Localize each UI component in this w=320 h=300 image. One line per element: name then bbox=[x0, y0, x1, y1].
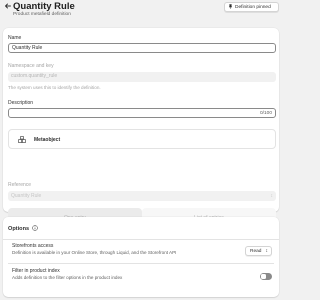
reference-value: Quantity Rule bbox=[11, 193, 42, 199]
definition-pinned-button[interactable]: Definition pinned bbox=[224, 2, 279, 12]
namespace-label: Namespace and key bbox=[8, 63, 54, 69]
description-label: Description bbox=[8, 100, 34, 106]
namespace-field: custom.quantity_rule bbox=[8, 72, 276, 82]
filter-toggle[interactable] bbox=[260, 273, 272, 280]
storefront-access-description: Definition is available in your Online S… bbox=[12, 250, 177, 255]
pin-icon bbox=[228, 3, 233, 11]
options-header: Options bbox=[8, 225, 38, 233]
page-title: Quantity Rule bbox=[13, 1, 75, 12]
definition-card: Name Quantity Rule Namespace and key cus… bbox=[3, 28, 279, 229]
pin-button-label: Definition pinned bbox=[235, 4, 271, 10]
storefront-access-select[interactable]: Read ↕ bbox=[245, 246, 272, 256]
description-field[interactable]: 0/100 bbox=[8, 108, 276, 118]
namespace-help: The system uses this to identify the def… bbox=[8, 85, 101, 90]
options-card: Options Storefronts access Definition is… bbox=[3, 217, 279, 297]
metaobject-label: Metaobject bbox=[34, 137, 61, 143]
row-divider bbox=[8, 263, 274, 264]
storefront-access-value: Read bbox=[250, 249, 262, 254]
select-chevron-icon: ↕ bbox=[265, 248, 269, 254]
options-title: Options bbox=[8, 226, 30, 232]
name-field[interactable]: Quantity Rule bbox=[8, 43, 276, 53]
arrow-left-icon[interactable] bbox=[4, 2, 12, 10]
metaobject-type-button[interactable]: Metaobject bbox=[8, 129, 276, 149]
options-divider bbox=[3, 239, 279, 240]
filter-description: Adds definition to the filter options in… bbox=[12, 275, 123, 280]
page-subtitle: Product metafield definition bbox=[13, 12, 71, 17]
name-label: Name bbox=[8, 35, 22, 41]
toggle-knob bbox=[261, 274, 266, 279]
storefront-access-title: Storefronts access bbox=[12, 243, 54, 249]
reference-select: Quantity Rule ↕ bbox=[8, 191, 276, 201]
reference-label: Reference bbox=[8, 182, 32, 188]
page-header: Quantity Rule Product metafield definiti… bbox=[0, 0, 282, 22]
character-counter: 0/100 bbox=[259, 111, 272, 116]
select-chevron-icon: ↕ bbox=[270, 193, 274, 199]
metaobject-icon bbox=[18, 136, 26, 144]
filter-title: Filter in product index bbox=[12, 268, 60, 274]
info-icon[interactable] bbox=[32, 225, 38, 233]
